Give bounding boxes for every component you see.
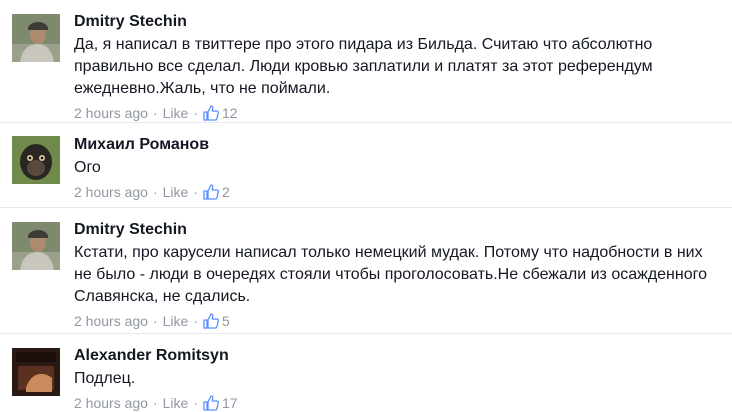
comment-timestamp[interactable]: 2 hours ago — [74, 312, 148, 330]
like-count[interactable]: 12 — [222, 104, 238, 122]
like-button[interactable]: Like — [163, 183, 189, 201]
comment-meta: 2 hours ago · Like · 17 — [74, 394, 720, 412]
like-button[interactable]: Like — [163, 312, 189, 330]
comment-text: Ого — [74, 159, 101, 176]
thumbs-up-icon[interactable] — [203, 184, 219, 200]
comment-text: Подлец. — [74, 370, 136, 387]
monkey-photo-icon — [12, 136, 60, 184]
like-count[interactable]: 5 — [222, 312, 230, 330]
thumbs-up-icon[interactable] — [203, 395, 219, 411]
comment-author[interactable]: Dmitry Stechin — [74, 220, 720, 240]
comment: Dmitry Stechin Кстати, про карусели напи… — [0, 208, 732, 333]
separator: · — [193, 313, 198, 329]
comment-text: Да, я написал в твиттере про этого пидар… — [74, 36, 653, 97]
avatar[interactable] — [12, 14, 60, 62]
comment: Михаил Романов Ого 2 hours ago · Like · … — [0, 123, 732, 207]
thumbs-up-icon[interactable] — [203, 105, 219, 121]
comment-author[interactable]: Михаил Романов — [74, 135, 720, 155]
like-button[interactable]: Like — [163, 394, 189, 412]
separator: · — [193, 184, 198, 200]
thumbs-up-icon[interactable] — [203, 313, 219, 329]
comment: Alexander Romitsyn Подлец. 2 hours ago ·… — [0, 334, 732, 412]
comment-meta: 2 hours ago · Like · 2 — [74, 183, 720, 201]
person-photo-icon — [12, 14, 60, 62]
comment-timestamp[interactable]: 2 hours ago — [74, 104, 148, 122]
like-button[interactable]: Like — [163, 104, 189, 122]
avatar[interactable] — [12, 136, 60, 184]
avatar[interactable] — [12, 348, 60, 396]
comment-timestamp[interactable]: 2 hours ago — [74, 183, 148, 201]
comment-author[interactable]: Dmitry Stechin — [74, 12, 720, 32]
separator: · — [193, 395, 198, 411]
separator: · — [152, 105, 158, 121]
comment-thread: Dmitry Stechin Да, я написал в твиттере … — [0, 0, 732, 412]
comment-author[interactable]: Alexander Romitsyn — [74, 346, 720, 366]
comment-timestamp[interactable]: 2 hours ago — [74, 394, 148, 412]
separator: · — [152, 313, 158, 329]
separator: · — [152, 184, 158, 200]
separator: · — [193, 105, 198, 121]
avatar[interactable] — [12, 222, 60, 270]
comment-meta: 2 hours ago · Like · 12 — [74, 104, 720, 122]
comment-meta: 2 hours ago · Like · 5 — [74, 312, 720, 330]
like-count[interactable]: 2 — [222, 183, 230, 201]
dark-photo-icon — [12, 348, 60, 396]
like-count[interactable]: 17 — [222, 394, 238, 412]
separator: · — [152, 395, 158, 411]
comment-text: Кстати, про карусели написал только неме… — [74, 244, 708, 305]
comment: Dmitry Stechin Да, я написал в твиттере … — [0, 0, 732, 122]
person-photo-icon — [12, 222, 60, 270]
